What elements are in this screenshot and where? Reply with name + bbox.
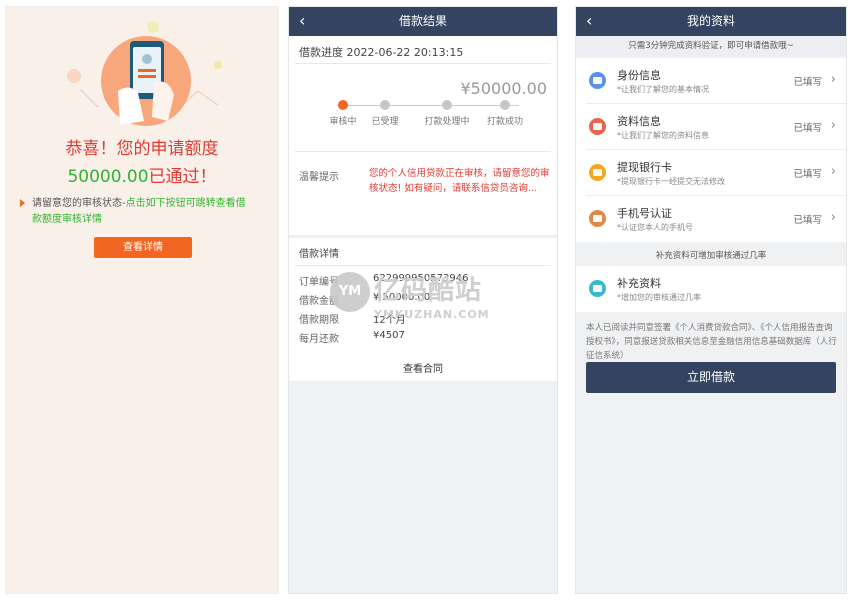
step-accepted: 已受理	[357, 100, 413, 127]
step-label: 打款处理中	[424, 117, 470, 127]
check-circle-icon	[338, 100, 348, 110]
loan-progress-label: 借款进度	[299, 46, 343, 59]
item-status: 已填写	[793, 215, 822, 226]
step-label: 已受理	[371, 117, 399, 127]
item-name: 提现银行卡	[617, 161, 672, 174]
approved-amount-line: 50000.00已通过！	[6, 162, 278, 187]
step-processing: 打款处理中	[419, 100, 475, 127]
item-desc: *让我们了解您的资料信息	[617, 131, 709, 140]
progress-steps: 审核中 已受理 打款处理中 打款成功	[317, 100, 541, 130]
detail-label: 每月还款	[299, 334, 339, 345]
agreement-text: 本人已阅读并同意签署《个人消费贷款合同》、《个人信用报告查询授权书》，同意报送贷…	[586, 323, 837, 361]
chevron-right-icon: ›	[830, 164, 836, 179]
watermark-text: 亿码酷站	[374, 276, 483, 306]
loan-progress-card: 借款进度 2022-06-22 20:13:15 ¥50000.00 审核中 已…	[289, 36, 557, 235]
step-label: 打款成功	[486, 117, 523, 127]
profile-item-supplement[interactable]: 补充资料 *增加您的审核通过几率	[576, 266, 846, 312]
borrow-now-button[interactable]: 立即借款	[586, 362, 836, 393]
view-contract-link[interactable]: 查看合同	[289, 360, 557, 375]
loan-progress-time: 2022-06-22 20:13:15	[346, 46, 464, 59]
step-success: 打款成功	[477, 100, 533, 127]
tip-label: 温馨提示	[299, 172, 339, 183]
profile-subtitle: 只需3分钟完成资料验证，即可申请借款哦~	[576, 36, 846, 56]
chevron-right-icon: ›	[830, 210, 836, 225]
step-dot	[442, 100, 452, 110]
supplement-hint: 补充资料可增加审核通过几率	[655, 251, 767, 261]
monthly-payment: ¥4507	[373, 330, 405, 341]
step-dot	[500, 100, 510, 110]
my-profile-panel: ‹ 我的资料 只需3分钟完成资料验证，即可申请借款哦~ 身份信息 *让我们了解您…	[575, 6, 847, 594]
approved-amount: 50000.00	[67, 167, 149, 187]
item-name: 资料信息	[617, 115, 661, 128]
triangle-right-icon	[20, 199, 25, 207]
profile-item-phone[interactable]: 手机号认证 *认证您本人的手机号 已填写 ›	[576, 196, 846, 242]
congrats-title: 恭喜！您的申请额度	[65, 139, 219, 159]
profile-item-info[interactable]: 资料信息 *让我们了解您的资料信息 已填写 ›	[576, 104, 846, 150]
id-card-icon	[589, 72, 606, 89]
profile-item-bank-card[interactable]: 提现银行卡 *提现银行卡一经提交无法修改 已填写 ›	[576, 150, 846, 196]
camera-icon	[589, 280, 606, 297]
loan-result-navbar: ‹ 借款结果	[289, 7, 557, 36]
loan-progress-line: 借款进度 2022-06-22 20:13:15	[299, 44, 463, 60]
item-desc: *让我们了解您的基本情况	[617, 85, 709, 94]
chevron-right-icon: ›	[830, 118, 836, 133]
loan-details-header: 借款详情	[299, 249, 339, 260]
loan-result-title: 借款结果	[398, 14, 447, 28]
divider	[295, 265, 551, 266]
item-desc: *增加您的审核通过几率	[617, 293, 701, 302]
my-profile-navbar: ‹ 我的资料	[576, 7, 846, 36]
item-name: 身份信息	[617, 69, 661, 82]
approved-text: 已通过！	[148, 167, 217, 187]
divider	[295, 63, 551, 64]
profile-item-identity[interactable]: 身份信息 *让我们了解您的基本情况 已填写 ›	[576, 58, 846, 104]
watermark-logo-icon: YM	[330, 272, 370, 312]
bank-card-icon	[589, 164, 606, 181]
item-name: 手机号认证	[617, 207, 672, 220]
item-status: 已填写	[793, 123, 822, 134]
divider	[295, 151, 551, 152]
item-desc: *认证您本人的手机号	[617, 223, 693, 232]
phone-approval-illustration	[67, 21, 222, 126]
approval-panel: 恭喜！您的申请额度 50000.00已通过！ 请留意您的审核状态-点击如下按钮可…	[5, 6, 279, 594]
step-dot	[380, 100, 390, 110]
item-status: 已填写	[793, 77, 822, 88]
tip-text: 您的个人信用贷款正在审核，请留意您的审核状态! 如有疑问，请联系信贷员咨询...	[369, 168, 550, 194]
view-details-button[interactable]: 查看详情	[94, 237, 192, 258]
phone-icon	[589, 210, 606, 227]
profile-card-icon	[589, 118, 606, 135]
item-status: 已填写	[793, 169, 822, 180]
status-note-prefix: 请留意您的审核状态-	[32, 198, 126, 209]
status-note: 请留意您的审核状态-点击如下按钮可跳转查看借款额度审核详情	[20, 196, 252, 228]
item-desc: *提现银行卡一经提交无法修改	[617, 177, 725, 186]
chevron-right-icon: ›	[830, 72, 836, 87]
site-watermark: YM 亿码酷站 YMKUZHAN.COM	[330, 270, 530, 330]
item-name: 补充资料	[617, 277, 661, 290]
my-profile-title: 我的资料	[686, 14, 735, 28]
watermark-url: YMKUZHAN.COM	[374, 308, 490, 321]
loan-amount-display: ¥50000.00	[460, 79, 547, 98]
